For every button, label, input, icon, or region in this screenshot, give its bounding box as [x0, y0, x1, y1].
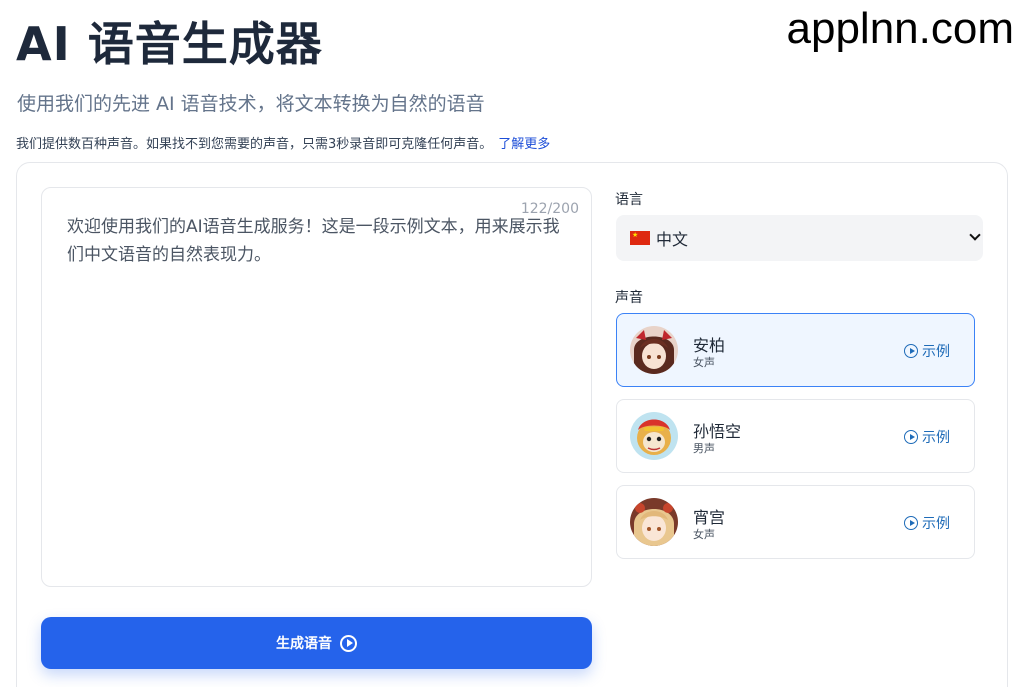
play-circle-icon — [904, 344, 918, 358]
sample-button[interactable]: 示例 — [904, 513, 950, 533]
language-select[interactable]: 中文 — [616, 215, 983, 261]
chevron-down-icon — [969, 229, 981, 241]
china-flag-icon — [630, 231, 650, 245]
sample-label: 示例 — [922, 430, 950, 446]
voice-type: 男声 — [693, 442, 715, 455]
voice-name: 安柏 — [693, 336, 726, 355]
play-circle-icon — [904, 516, 918, 530]
info-note-text: 我们提供数百种声音。如果找不到您需要的声音，只需3秒录音即可克隆任何声音。 — [16, 137, 493, 152]
voice-type: 女声 — [693, 356, 715, 369]
learn-more-link[interactable]: 了解更多 — [498, 137, 550, 152]
text-input-area[interactable]: 122/200 欢迎使用我们的AI语音生成服务！这是一段示例文本，用来展示我们中… — [41, 187, 592, 587]
language-selected-value: 中文 — [656, 230, 689, 249]
play-circle-icon — [340, 634, 357, 652]
watermark-text: applnn.com — [786, 4, 1014, 53]
language-label: 语言 — [615, 192, 643, 208]
avatar — [630, 326, 678, 374]
voice-name: 宵宫 — [693, 508, 726, 527]
sample-button[interactable]: 示例 — [904, 427, 950, 447]
avatar — [630, 412, 678, 460]
info-note: 我们提供数百种声音。如果找不到您需要的声音，只需3秒录音即可克隆任何声音。 了解更… — [16, 133, 550, 152]
voice-card-anbo[interactable]: 安柏 女声 示例 — [616, 313, 975, 387]
generate-voice-label: 生成语音 — [276, 636, 332, 652]
page-subtitle: 使用我们的先进 AI 语音技术，将文本转换为自然的语音 — [17, 93, 485, 115]
sample-button[interactable]: 示例 — [904, 341, 950, 361]
sample-label: 示例 — [922, 344, 950, 360]
sample-label: 示例 — [922, 516, 950, 532]
voice-type: 女声 — [693, 528, 715, 541]
page-title: AI 语音生成器 — [16, 17, 323, 71]
voice-card-xiaogong[interactable]: 宵宫 女声 示例 — [616, 485, 975, 559]
play-circle-icon — [904, 430, 918, 444]
text-input-content[interactable]: 欢迎使用我们的AI语音生成服务！这是一段示例文本，用来展示我们中文语音的自然表现… — [67, 213, 567, 269]
avatar — [630, 498, 678, 546]
generate-voice-button[interactable]: 生成语音 — [41, 617, 592, 669]
voice-label: 声音 — [615, 290, 643, 306]
voice-card-sunwukong[interactable]: 孙悟空 男声 示例 — [616, 399, 975, 473]
voice-name: 孙悟空 — [693, 422, 742, 441]
